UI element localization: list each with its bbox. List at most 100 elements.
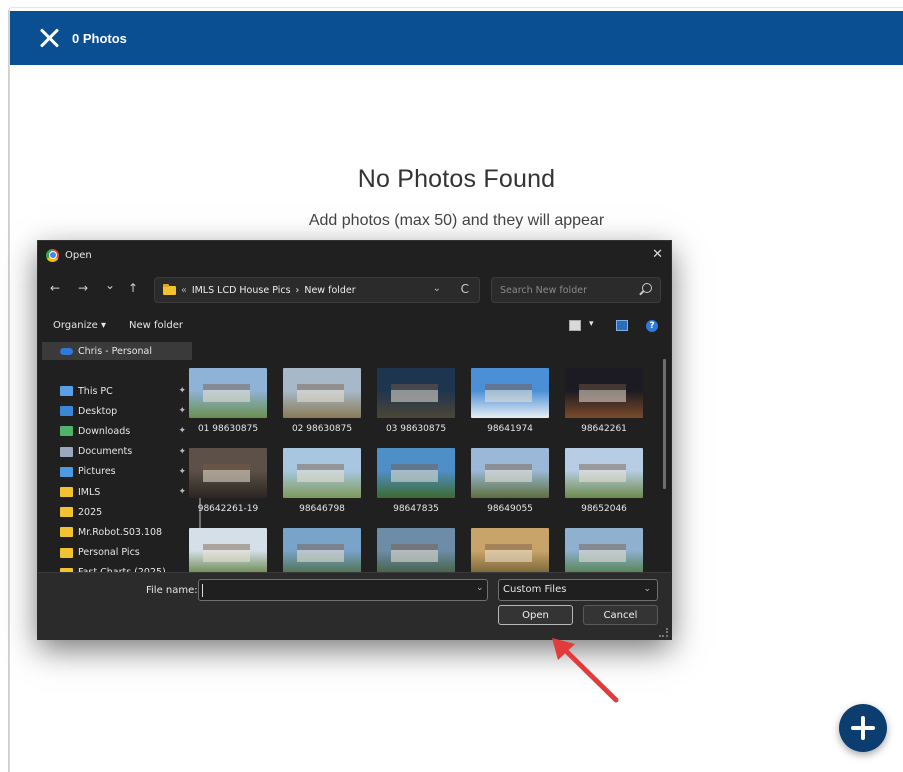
empty-state-subtitle: Add photos (max 50) and they will appear (308, 212, 605, 229)
file-name: 98652046 (581, 504, 627, 514)
sidebar-item[interactable]: Desktop ✦ (42, 402, 192, 420)
address-bar[interactable]: « IMLS LCD House Pics › New folder ⌄ C (154, 277, 480, 303)
sidebar-item-label: Mr.Robot.S03.108 (78, 526, 163, 538)
file-tile[interactable]: 02 98630875 (283, 368, 361, 438)
refresh-icon[interactable]: C (461, 282, 469, 296)
forward-arrow-icon[interactable]: → (78, 281, 88, 295)
organize-menu[interactable]: Organize ▾ (53, 320, 106, 331)
photo-thumbnail (189, 368, 267, 418)
sidebar-item[interactable]: Chris - Personal (42, 342, 192, 360)
desktop-icon (60, 406, 73, 417)
view-mode-icon[interactable] (569, 320, 581, 331)
sidebar-item[interactable]: Pictures ✦ (42, 463, 192, 481)
file-tile[interactable]: 98641974 (471, 368, 549, 438)
close-icon[interactable] (36, 25, 62, 51)
sidebar-item-label: Desktop (78, 405, 118, 417)
sidebar-item[interactable]: 2025 (42, 503, 192, 521)
document-icon (60, 446, 73, 457)
breadcrumb-item[interactable]: IMLS LCD House Pics (192, 285, 291, 296)
photo-thumbnail (283, 448, 361, 498)
sidebar-item[interactable]: Downloads ✦ (42, 422, 192, 440)
file-tile[interactable]: 03 98630875 (377, 368, 455, 438)
pin-icon[interactable]: ✦ (178, 386, 186, 396)
pin-icon[interactable]: ✦ (178, 406, 186, 416)
dialog-titlebar: Open ✕ (38, 241, 671, 269)
folder-icon (163, 283, 176, 295)
folder-icon (60, 527, 73, 538)
search-input[interactable]: Search New folder (491, 277, 661, 303)
preview-pane-icon[interactable] (616, 320, 628, 331)
file-name-dropdown-icon[interactable]: ⌄ (476, 583, 484, 593)
file-name: 02 98630875 (291, 424, 353, 434)
open-file-dialog: Open ✕ ← → ⌄ ↑ « IMLS LCD House Pics › N… (38, 241, 671, 640)
file-tile[interactable]: 98642261-19 (189, 448, 267, 518)
file-tile[interactable]: 98653910 (283, 528, 361, 572)
file-tile[interactable]: 98647835 (377, 448, 455, 518)
breadcrumb-overflow[interactable]: « (181, 285, 187, 296)
sidebar-item-label: This PC (78, 385, 113, 397)
file-tile[interactable]: 98652046 (565, 448, 643, 518)
file-tile[interactable]: 98649055 (471, 448, 549, 518)
file-type-dropdown-icon: ⌄ (643, 584, 651, 594)
file-tile[interactable]: 98655407 (377, 528, 455, 572)
open-button[interactable]: Open (498, 605, 573, 625)
address-dropdown-icon[interactable]: ⌄ (433, 283, 441, 294)
sidebar-item[interactable]: Fast Charts (2025) (42, 564, 192, 572)
navigation-pane: Chris - Personal This PC ✦ Desktop ✦ Download… (38, 338, 202, 572)
file-tile[interactable]: 98642261 (565, 368, 643, 438)
help-icon[interactable]: ? (646, 320, 658, 332)
pin-icon[interactable]: ✦ (178, 447, 186, 457)
photo-thumbnail (283, 368, 361, 418)
chrome-icon (46, 248, 59, 262)
sidebar-item[interactable]: This PC ✦ (42, 382, 192, 400)
add-photo-button[interactable] (839, 704, 887, 752)
folder-icon (60, 507, 73, 518)
file-type-value: Custom Files (503, 584, 567, 595)
sidebar-item[interactable]: Documents ✦ (42, 443, 192, 461)
view-mode-caret-icon[interactable]: ▾ (589, 319, 594, 329)
file-tile[interactable]: 98659283 (565, 528, 643, 572)
file-type-select[interactable]: Custom Files ⌄ (498, 579, 658, 601)
top-bar: 0 Photos (10, 11, 903, 65)
breadcrumb-item[interactable]: New folder (304, 285, 355, 296)
file-name: 98646798 (299, 504, 345, 514)
file-tile[interactable]: 98657012 (471, 528, 549, 572)
file-name: 98642261 (581, 424, 627, 434)
sidebar-item-label: Chris - Personal (78, 345, 153, 357)
photo-thumbnail (471, 528, 549, 572)
file-tile[interactable]: 98646798 (283, 448, 361, 518)
file-name: 98649055 (487, 504, 533, 514)
photo-thumbnail (565, 528, 643, 572)
file-tile[interactable]: 98652331 (189, 528, 267, 572)
dialog-toolbar: Organize ▾ New folder ▾ ? (38, 316, 671, 338)
file-tile[interactable]: 01 98630875 (189, 368, 267, 438)
navigation-row: ← → ⌄ ↑ « IMLS LCD House Pics › New fold… (38, 274, 671, 306)
dialog-close-icon[interactable]: ✕ (652, 247, 663, 262)
photo-thumbnail (471, 448, 549, 498)
file-name-label: File name: (146, 585, 198, 596)
file-name: 01 98630875 (197, 424, 259, 434)
sidebar-item[interactable]: IMLS ✦ (42, 483, 192, 501)
photo-count: 0 Photos (72, 30, 127, 46)
photo-thumbnail (565, 448, 643, 498)
cancel-button[interactable]: Cancel (583, 605, 658, 625)
file-grid-scrollbar[interactable] (663, 359, 666, 489)
photo-thumbnail (189, 528, 267, 572)
pin-icon[interactable]: ✦ (178, 487, 186, 497)
file-name: 03 98630875 (385, 424, 447, 434)
pin-icon[interactable]: ✦ (178, 426, 186, 436)
back-arrow-icon[interactable]: ← (50, 281, 60, 295)
pin-icon[interactable]: ✦ (178, 467, 186, 477)
recent-locations-chevron-icon[interactable]: ⌄ (105, 278, 115, 292)
file-name-input[interactable] (198, 579, 488, 601)
folder-icon (60, 487, 73, 497)
resize-grip-icon[interactable] (659, 628, 668, 637)
up-arrow-icon[interactable]: ↑ (128, 281, 138, 295)
sidebar-item-label: Downloads (78, 425, 131, 437)
file-name: 98641974 (487, 424, 533, 434)
dialog-title: Open (65, 249, 92, 261)
empty-state-title: No Photos Found (357, 165, 556, 193)
new-folder-button[interactable]: New folder (129, 320, 183, 331)
sidebar-item[interactable]: Personal Pics (42, 544, 192, 562)
sidebar-item[interactable]: Mr.Robot.S03.108 (42, 523, 192, 541)
